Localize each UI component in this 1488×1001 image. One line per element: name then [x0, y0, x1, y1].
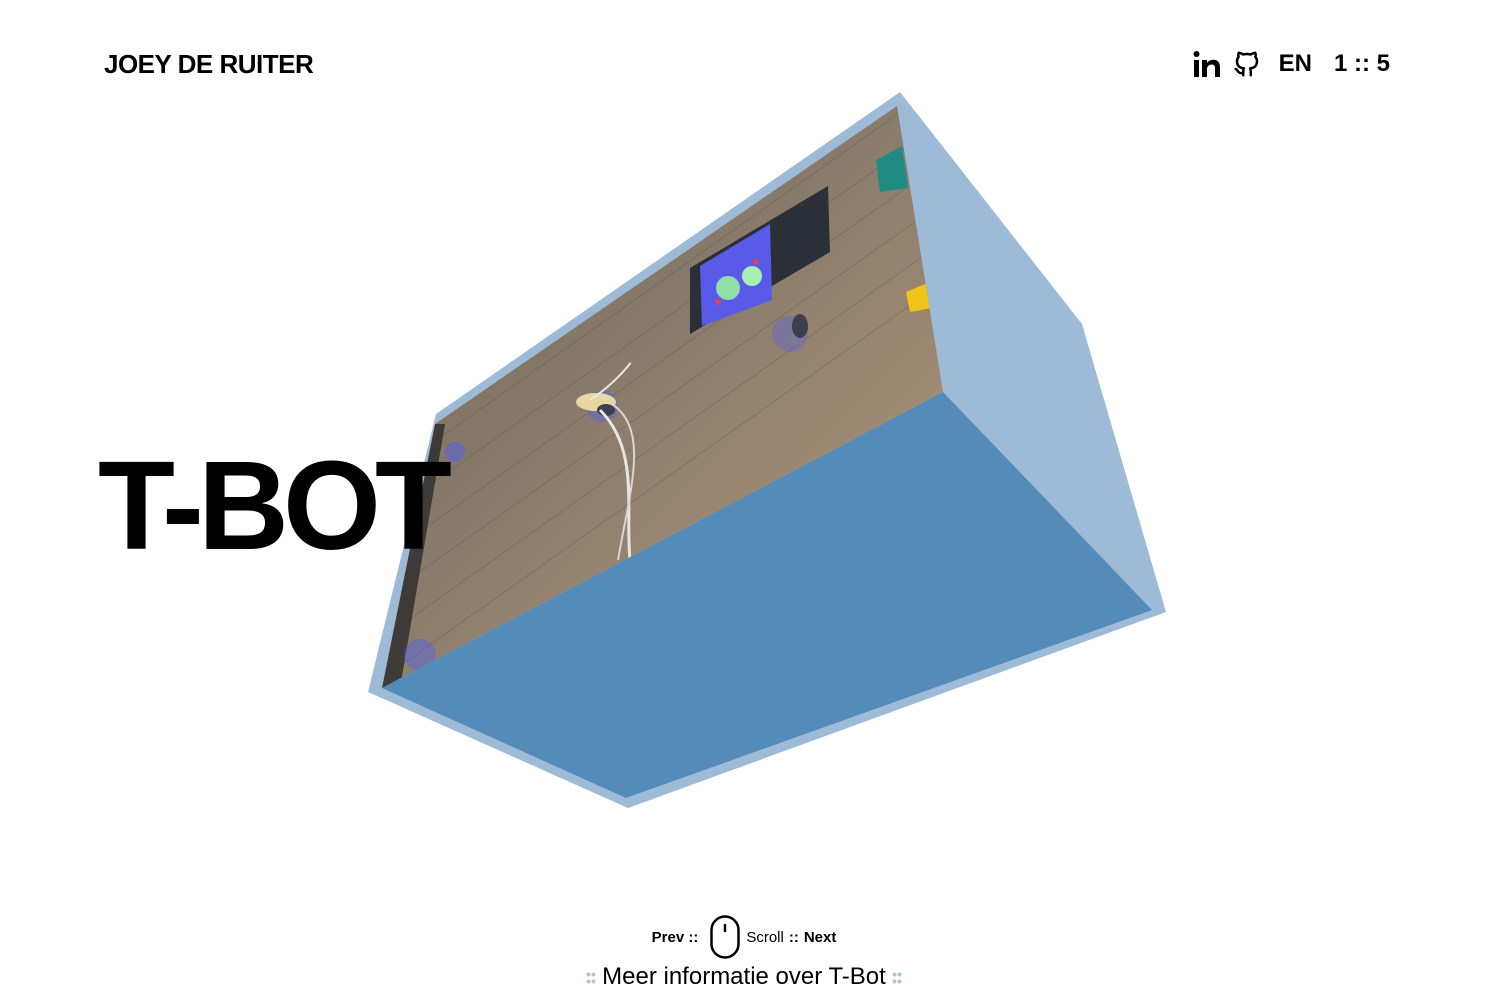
mouse-scroll-icon: [710, 915, 741, 959]
language-toggle[interactable]: EN: [1279, 50, 1312, 78]
more-info-link[interactable]: Meer informatie over T-Bot: [0, 962, 1488, 992]
project-title: T-BOT: [98, 435, 452, 576]
page-frame: JOEY DE RUITER EN 1 :: 5 T-BOT Prev :: S…: [0, 0, 1488, 1001]
scroll-navigation: Prev :: Scroll :: Next: [0, 912, 1488, 962]
dots-icon: [586, 972, 596, 984]
header-controls: EN 1 :: 5: [1191, 46, 1390, 82]
next-separator: ::: [788, 928, 799, 946]
github-icon[interactable]: [1231, 47, 1263, 81]
next-button[interactable]: Next: [804, 929, 837, 946]
more-info-label: Meer informatie over T-Bot: [602, 963, 886, 990]
scroll-label: Scroll: [746, 928, 784, 946]
linkedin-icon[interactable]: [1191, 47, 1223, 81]
project-counter: 1 :: 5: [1333, 50, 1390, 77]
site-brand[interactable]: JOEY DE RUITER: [104, 48, 314, 80]
dots-icon: [892, 972, 902, 984]
prev-button[interactable]: Prev ::: [652, 929, 699, 946]
